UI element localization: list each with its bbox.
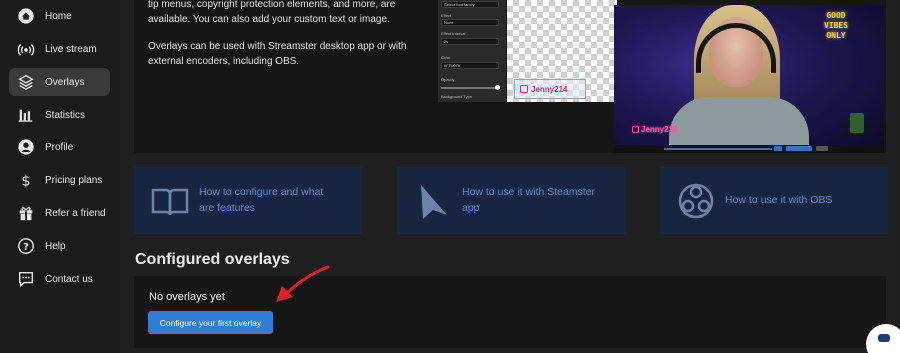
overlay-editor-preview: Select font family Effect None Effect In… — [438, 0, 506, 102]
book-icon — [151, 188, 189, 216]
help-card-text: How to use it with Steamster app — [462, 184, 595, 216]
obs-logo-icon — [678, 183, 714, 219]
color-field: #FF0079 — [441, 62, 499, 69]
sidebar-item-home[interactable]: Home — [9, 2, 110, 30]
intro-line: Overlays can be used with Streamster des… — [148, 41, 407, 52]
control-button — [774, 146, 782, 151]
intro-panel: tip menus, copyright protection elements… — [134, 0, 886, 153]
streamster-logo-icon — [421, 185, 447, 219]
instagram-handle: Jenny214 — [531, 84, 568, 94]
sidebar-item-label: Pricing plans — [45, 174, 103, 186]
help-card-line: How to configure and what — [199, 186, 324, 198]
stream-overlay-tag: Jenny214 — [632, 125, 677, 134]
stream-controls-bar — [614, 145, 884, 153]
stream-overlay-handle: Jenny214 — [641, 125, 678, 134]
intro-line: available. You can also add your custom … — [148, 14, 390, 25]
sidebar-item-statistics[interactable]: Statistics — [9, 101, 110, 129]
help-card-streamster[interactable]: How to use it with Steamster app — [397, 167, 625, 234]
instagram-icon — [632, 126, 639, 133]
help-card-configure[interactable]: How to configure and what are features — [134, 167, 362, 234]
sidebar-item-live-stream[interactable]: Live stream — [9, 35, 110, 63]
help-icon: ? — [17, 237, 35, 255]
sidebar-item-pricing-plans[interactable]: $ Pricing plans — [9, 166, 110, 194]
gift-icon — [17, 204, 35, 222]
effect-select: None — [441, 19, 499, 26]
annotation-arrow-icon — [276, 265, 330, 302]
help-card-line: are features — [199, 202, 256, 214]
color-label: Color — [441, 55, 451, 60]
sidebar-item-refer-a-friend[interactable]: Refer a friend — [9, 199, 110, 227]
opacity-slider — [441, 87, 499, 89]
help-card-obs[interactable]: How to use it with OBS — [660, 167, 888, 234]
intro-line: tip menus, copyright protection elements… — [148, 0, 396, 10]
sidebar-item-label: Overlays — [45, 76, 85, 88]
svg-text:?: ? — [23, 242, 29, 253]
svg-text:$: $ — [21, 173, 30, 189]
intro-line: external encoders, including OBS. — [148, 56, 300, 67]
sidebar-item-contact-us[interactable]: Contact us — [9, 265, 110, 293]
sidebar-item-profile[interactable]: Profile — [9, 133, 110, 161]
chat-icon — [17, 270, 35, 288]
sidebar-item-label: Profile — [45, 141, 74, 153]
help-card-line: How to use it with Steamster — [462, 186, 596, 198]
configured-overlays-panel: No overlays yet Configure your first ove… — [134, 276, 886, 348]
section-title: Configured overlays — [135, 251, 290, 268]
sidebar-item-help[interactable]: ? Help — [9, 232, 110, 260]
neon-sign-text: GOOD VIBES ONLY — [823, 11, 849, 40]
sidebar: Home Live stream Overlays Statistics Pro… — [0, 0, 120, 353]
sidebar-item-label: Help — [45, 240, 66, 252]
sidebar-item-overlays[interactable]: Overlays — [9, 68, 110, 96]
help-card-line: How to use it with OBS — [725, 194, 833, 206]
empty-state-text: No overlays yet — [149, 291, 225, 303]
effect-interval-label: Effect Interval — [441, 31, 466, 36]
opacity-slider-knob — [495, 85, 500, 90]
chat-bubble-icon — [878, 334, 890, 342]
configure-first-overlay-button[interactable]: Configure your first overlay — [148, 311, 273, 334]
instagram-icon — [520, 85, 528, 93]
help-card-line: app — [462, 202, 480, 214]
stream-preview-image: GOOD VIBES ONLY Jenny214 — [614, 5, 884, 153]
volume-track — [664, 148, 772, 150]
background-type-label: Background Type — [441, 94, 473, 99]
font-family-select: Select font family — [441, 1, 499, 8]
dollar-icon: $ — [17, 171, 35, 189]
sidebar-item-label: Live stream — [45, 43, 97, 55]
live-stream-icon — [17, 40, 35, 58]
bar-chart-icon — [17, 106, 35, 124]
control-button — [816, 146, 828, 151]
sidebar-item-label: Contact us — [45, 273, 93, 285]
sidebar-item-label: Statistics — [45, 109, 86, 121]
intro-description: tip menus, copyright protection elements… — [148, 0, 418, 69]
effect-interval-select: 2s — [441, 38, 499, 45]
layers-icon — [17, 73, 35, 91]
help-card-text: How to configure and what are features — [199, 184, 323, 216]
help-card-text: How to use it with OBS — [725, 192, 832, 208]
sidebar-item-label: Home — [45, 10, 72, 22]
opacity-label: Opacity — [441, 77, 455, 82]
lock-icon — [850, 113, 864, 133]
control-button — [786, 146, 812, 151]
effect-label: Effect — [441, 13, 452, 18]
user-icon — [17, 138, 35, 156]
instagram-tag-preview: Jenny214 — [514, 79, 586, 99]
home-icon — [17, 7, 35, 25]
sidebar-item-label: Refer a friend — [45, 207, 106, 219]
